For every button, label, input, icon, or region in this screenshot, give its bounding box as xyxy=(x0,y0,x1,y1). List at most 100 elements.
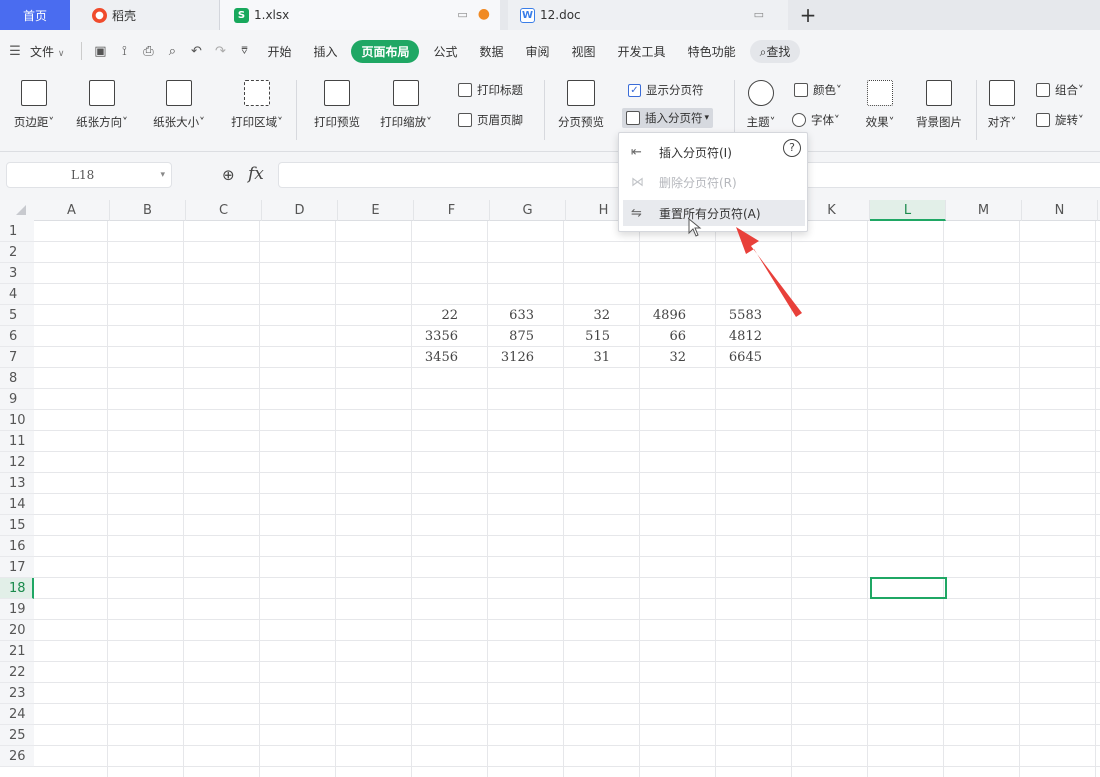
menu-start[interactable]: 开始 xyxy=(259,40,299,63)
column-header-m[interactable]: M xyxy=(946,200,1022,221)
row-header-24[interactable]: 24 xyxy=(0,704,34,725)
menu-data[interactable]: 数据 xyxy=(472,40,512,63)
help-icon[interactable]: ? xyxy=(783,139,801,157)
print-icon[interactable]: ⎙ xyxy=(139,42,157,60)
fx-icon[interactable]: fx xyxy=(248,164,264,184)
cell-value[interactable]: 3456 xyxy=(414,347,458,368)
group-button[interactable]: 组合˅ xyxy=(1036,82,1084,98)
tab-home[interactable]: 首页 xyxy=(0,0,70,30)
row-header-10[interactable]: 10 xyxy=(0,410,34,431)
cell-value[interactable]: 4896 xyxy=(642,305,686,326)
selected-cell-l18[interactable] xyxy=(870,577,947,599)
column-header-f[interactable]: F xyxy=(414,200,490,221)
column-header-g[interactable]: G xyxy=(490,200,566,221)
row-header-20[interactable]: 20 xyxy=(0,620,34,641)
menu-view[interactable]: 视图 xyxy=(564,40,604,63)
row-header-2[interactable]: 2 xyxy=(0,242,34,263)
menu-item-reset-page-breaks[interactable]: ⇋ 重置所有分页符(A) xyxy=(623,200,805,226)
menu-item-insert-page-break[interactable]: ⇤ 插入分页符(I) xyxy=(623,139,805,165)
cell-area[interactable]: 22 633 32 4896 5583 3356 875 515 66 4812 3456 3126 3… xyxy=(34,221,1100,777)
menu-page-layout[interactable]: 页面布局 xyxy=(351,39,420,63)
monitor-icon[interactable]: ▭ xyxy=(457,8,467,21)
menu-special[interactable]: 特色功能 xyxy=(680,40,744,63)
column-header-e[interactable]: E xyxy=(338,200,414,221)
row-header-6[interactable]: 6 xyxy=(0,326,34,347)
row-header-15[interactable]: 15 xyxy=(0,515,34,536)
cell-value[interactable]: 4812 xyxy=(718,326,762,347)
cell-value[interactable]: 515 xyxy=(566,326,610,347)
cell-value[interactable]: 3126 xyxy=(490,347,534,368)
effects-button[interactable]: 效果˅ xyxy=(860,80,900,130)
row-header-5[interactable]: 5 xyxy=(0,305,34,326)
row-header-18[interactable]: 18 xyxy=(0,578,34,599)
tab-doc[interactable]: W 12.doc ▭ xyxy=(508,0,788,30)
background-image-button[interactable]: 背景图片 xyxy=(910,80,968,130)
select-all-corner[interactable] xyxy=(0,200,34,221)
cell-value[interactable]: 3356 xyxy=(414,326,458,347)
customize-icon[interactable]: ⩢ xyxy=(235,42,253,60)
menu-insert[interactable]: 插入 xyxy=(305,40,345,63)
theme-button[interactable]: 主题˅ xyxy=(740,80,782,130)
column-header-l[interactable]: L xyxy=(870,200,946,221)
cell-value[interactable]: 875 xyxy=(490,326,534,347)
row-header-19[interactable]: 19 xyxy=(0,599,34,620)
page-break-preview-button[interactable]: 分页预览 xyxy=(550,80,612,130)
print-titles-button[interactable]: 打印标题 xyxy=(458,82,523,98)
menu-formula[interactable]: 公式 xyxy=(425,40,465,63)
print-scale-button[interactable]: 打印缩放˅ xyxy=(372,80,440,130)
save-icon[interactable]: ▣ xyxy=(91,42,109,60)
cell-value[interactable]: 22 xyxy=(414,305,458,326)
row-header-14[interactable]: 14 xyxy=(0,494,34,515)
paper-size-button[interactable]: 纸张大小˅ xyxy=(144,80,214,130)
insert-page-break-button[interactable]: 插入分页符 ▾ xyxy=(622,108,714,128)
row-header-9[interactable]: 9 xyxy=(0,389,34,410)
cell-value[interactable]: 32 xyxy=(642,347,686,368)
menu-review[interactable]: 审阅 xyxy=(518,40,558,63)
redo-icon[interactable]: ↷ xyxy=(211,42,229,60)
column-header-b[interactable]: B xyxy=(110,200,186,221)
rotate-button[interactable]: 旋转˅ xyxy=(1036,112,1084,128)
row-header-4[interactable]: 4 xyxy=(0,284,34,305)
row-header-13[interactable]: 13 xyxy=(0,473,34,494)
row-header-3[interactable]: 3 xyxy=(0,263,34,284)
cell-value[interactable]: 6645 xyxy=(718,347,762,368)
print-area-button[interactable]: 打印区域˅ xyxy=(222,80,292,130)
fonts-button[interactable]: 字体˅ xyxy=(792,112,840,128)
cell-value[interactable]: 5583 xyxy=(718,305,762,326)
print-preview-button[interactable]: 打印预览 xyxy=(306,80,368,130)
row-header-25[interactable]: 25 xyxy=(0,725,34,746)
monitor-icon[interactable]: ▭ xyxy=(754,8,764,21)
file-menu[interactable]: 文件 ∨ xyxy=(30,40,72,63)
format-painter-icon[interactable]: ⟟ xyxy=(115,42,133,60)
menu-developer[interactable]: 开发工具 xyxy=(610,40,674,63)
cell-value[interactable]: 31 xyxy=(566,347,610,368)
row-header-8[interactable]: 8 xyxy=(0,368,34,389)
column-header-c[interactable]: C xyxy=(186,200,262,221)
row-header-1[interactable]: 1 xyxy=(0,221,34,242)
column-header-d[interactable]: D xyxy=(262,200,338,221)
orientation-button[interactable]: 纸张方向˅ xyxy=(68,80,136,130)
undo-icon[interactable]: ↶ xyxy=(187,42,205,60)
row-header-22[interactable]: 22 xyxy=(0,662,34,683)
row-header-11[interactable]: 11 xyxy=(0,431,34,452)
margins-button[interactable]: 页边距˅ xyxy=(6,80,62,130)
row-header-7[interactable]: 7 xyxy=(0,347,34,368)
column-header-a[interactable]: A xyxy=(34,200,110,221)
tab-xlsx[interactable]: S 1.xlsx ▭ ● xyxy=(220,0,500,30)
column-header-n[interactable]: N xyxy=(1022,200,1098,221)
row-header-12[interactable]: 12 xyxy=(0,452,34,473)
row-header-17[interactable]: 17 xyxy=(0,557,34,578)
row-header-23[interactable]: 23 xyxy=(0,683,34,704)
name-box[interactable]: L18 ▾ xyxy=(6,162,172,188)
colors-button[interactable]: 颜色˅ xyxy=(794,82,842,98)
cell-value[interactable]: 66 xyxy=(642,326,686,347)
search-button[interactable]: ⌕查找 xyxy=(749,39,801,63)
new-tab-button[interactable]: + xyxy=(788,0,828,30)
hamburger-icon[interactable]: ☰ xyxy=(6,42,24,60)
show-page-breaks-checkbox[interactable]: ✓ 显示分页符 xyxy=(628,82,704,98)
row-header-26[interactable]: 26 xyxy=(0,746,34,767)
print-preview-icon[interactable]: ⌕ xyxy=(163,42,181,60)
align-button[interactable]: 对齐˅ xyxy=(984,80,1020,130)
row-header-21[interactable]: 21 xyxy=(0,641,34,662)
cell-value[interactable]: 633 xyxy=(490,305,534,326)
